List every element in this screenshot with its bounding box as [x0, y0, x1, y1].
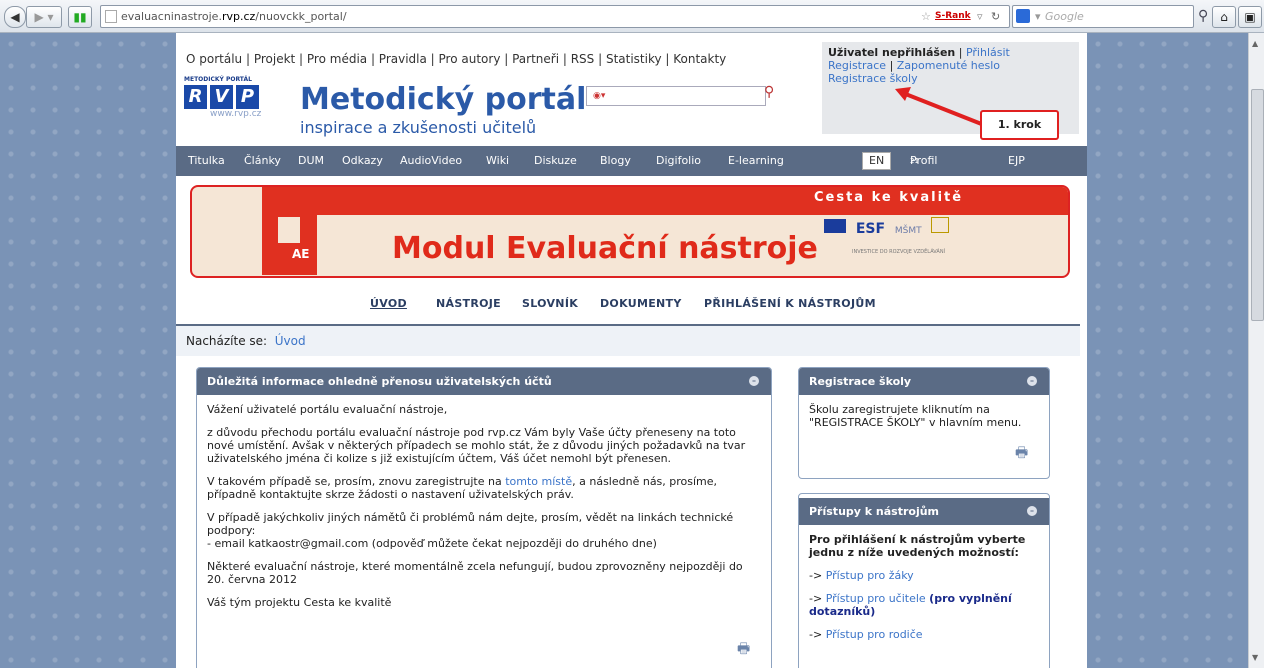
address-bar[interactable]: evaluacninastroje.rvp.cz/nuovckk_portal/…: [100, 5, 1010, 28]
reload-icon[interactable]: ↻: [991, 6, 1000, 27]
ministry-logo-icon: [931, 217, 950, 233]
nav-item-elearning[interactable]: E-learning: [728, 146, 784, 176]
google-icon: [1016, 9, 1030, 23]
access-panel-header: Přístupy k nástrojům –: [799, 498, 1049, 525]
login-link[interactable]: Přihlásit: [966, 46, 1010, 59]
print-icon[interactable]: 🖶: [1015, 442, 1028, 466]
url-text: evaluacninastroje.rvp.cz/nuovckk_portal/: [121, 10, 347, 23]
search-icon[interactable]: ⚲: [1198, 8, 1208, 24]
forward-button[interactable]: ▶ ▾: [26, 6, 62, 28]
scrollbar[interactable]: ▲ ▼: [1248, 33, 1264, 668]
home-icon[interactable]: ⌂: [1212, 6, 1236, 28]
collapse-icon[interactable]: –: [1027, 506, 1037, 516]
callout-arrow-icon: [895, 87, 985, 127]
nav-item-clanky[interactable]: Články: [244, 146, 281, 176]
eu-logos: ESF MŠMT: [824, 217, 955, 237]
nav-item-audiovideo[interactable]: AudioVideo: [400, 146, 462, 176]
subnav-dokumenty[interactable]: DOKUMENTY: [600, 297, 682, 310]
access-parents-link[interactable]: Přístup pro rodiče: [826, 628, 923, 641]
breadcrumb: Nacházíte se: Úvod: [176, 324, 1080, 356]
banner-title: Modul Evaluační nástroje: [392, 231, 818, 266]
site-search-input[interactable]: ◉▾: [586, 86, 766, 106]
scroll-thumb[interactable]: [1251, 89, 1264, 321]
browser-toolbar: ◀ ▶ ▾ ▮▮ evaluacninastroje.rvp.cz/nuovck…: [0, 0, 1264, 33]
access-pupils-link[interactable]: Přístup pro žáky: [826, 569, 914, 582]
browser-search-input[interactable]: ▾ Google: [1012, 5, 1194, 28]
srank-badge[interactable]: S-Rank: [935, 6, 971, 27]
top-links[interactable]: O portálu | Projekt | Pro média | Pravid…: [186, 52, 726, 66]
scroll-up-icon[interactable]: ▲: [1252, 39, 1258, 48]
subnav-prihlaseni[interactable]: PŘIHLÁŠENÍ K NÁSTROJŮM: [704, 297, 876, 310]
register-here-link[interactable]: tomto místě: [505, 475, 572, 488]
nav-item-profil-skola[interactable]: Profil Škola21: [910, 146, 940, 197]
page: O portálu | Projekt | Pro média | Pravid…: [176, 33, 1087, 668]
search-icon[interactable]: ⚲: [764, 84, 774, 100]
nav-item-dum[interactable]: DUM: [298, 146, 324, 176]
access-teachers-link[interactable]: Přístup pro učitele: [826, 592, 926, 605]
page-icon: [105, 10, 117, 23]
print-icon[interactable]: 🖶: [737, 638, 750, 662]
esf-logo-icon: ESF: [855, 221, 886, 237]
scroll-down-icon[interactable]: ▼: [1252, 653, 1258, 662]
info-panel-header: Důležitá informace ohledně přenosu uživa…: [197, 368, 771, 395]
step-callout: 1. krok: [980, 110, 1059, 140]
nav-item-titulka[interactable]: Titulka: [188, 146, 225, 176]
back-button[interactable]: ◀: [4, 6, 26, 28]
nav-item-odkazy[interactable]: Odkazy: [342, 146, 383, 176]
page-background-right: [1087, 33, 1248, 668]
collapse-icon[interactable]: –: [749, 376, 759, 386]
nav-item-en[interactable]: EN: [862, 152, 892, 170]
bookmark-star-icon[interactable]: ☆: [921, 6, 931, 27]
school-panel-text: Školu zaregistrujete kliknutím na "REGIS…: [809, 403, 1022, 429]
banner-slogan: Cesta ke kvalitě: [814, 190, 964, 205]
school-panel-header: Registrace školy –: [799, 368, 1049, 395]
search-dropdown-icon[interactable]: ▾: [1035, 6, 1041, 27]
page-background-left: [0, 33, 176, 668]
forgot-password-link[interactable]: Zapomenuté heslo: [897, 59, 1000, 72]
info-panel: Důležitá informace ohledně přenosu uživa…: [196, 367, 772, 668]
access-panel-body: Pro přihlášení k nástrojům vyberte jednu…: [809, 533, 1026, 641]
subnav-slovnik[interactable]: SLOVNÍK: [522, 297, 578, 310]
banner: AE Cesta ke kvalitě Modul Evaluační nást…: [190, 185, 1070, 278]
school-registration-panel: Registrace školy – Školu zaregistrujete …: [798, 367, 1050, 479]
menu-icon[interactable]: ▣: [1238, 6, 1262, 28]
msmt-logo-icon: MŠMT: [894, 226, 922, 236]
nav-item-digifolio[interactable]: Digifolio: [656, 146, 701, 176]
register-link[interactable]: Registrace: [828, 59, 886, 72]
nav-item-wiki[interactable]: Wiki: [486, 146, 509, 176]
info-panel-body: Vážení uživatelé portálu evaluační nástr…: [207, 403, 746, 609]
search-placeholder: Google: [1045, 10, 1084, 23]
breadcrumb-link-uvod[interactable]: Úvod: [275, 334, 306, 348]
portal-subtitle: inspirace a zkušenosti učitelů: [300, 118, 537, 137]
nav-item-blogy[interactable]: Blogy: [600, 146, 631, 176]
portal-title: Metodický portál: [300, 82, 587, 117]
stats-icon[interactable]: ▮▮: [68, 6, 92, 28]
rvp-logo[interactable]: METODICKÝ PORTÁL R V P www.rvp.cz: [184, 76, 261, 119]
subnav-nastroje[interactable]: NÁSTROJE: [436, 297, 501, 310]
main-nav: Titulka Články DUM Odkazy AudioVideo Wik…: [176, 146, 1087, 197]
nav-item-diskuze[interactable]: Diskuze: [534, 146, 577, 176]
collapse-icon[interactable]: –: [1027, 376, 1037, 386]
subnav-uvod[interactable]: ÚVOD: [370, 297, 407, 310]
dropdown-icon[interactable]: ▿: [977, 6, 983, 27]
access-panel: Přístupy k nástrojům – Pro přihlášení k …: [798, 493, 1050, 668]
nav-item-ejp[interactable]: EJP: [1008, 146, 1025, 176]
eu-flag-icon: [824, 219, 846, 233]
